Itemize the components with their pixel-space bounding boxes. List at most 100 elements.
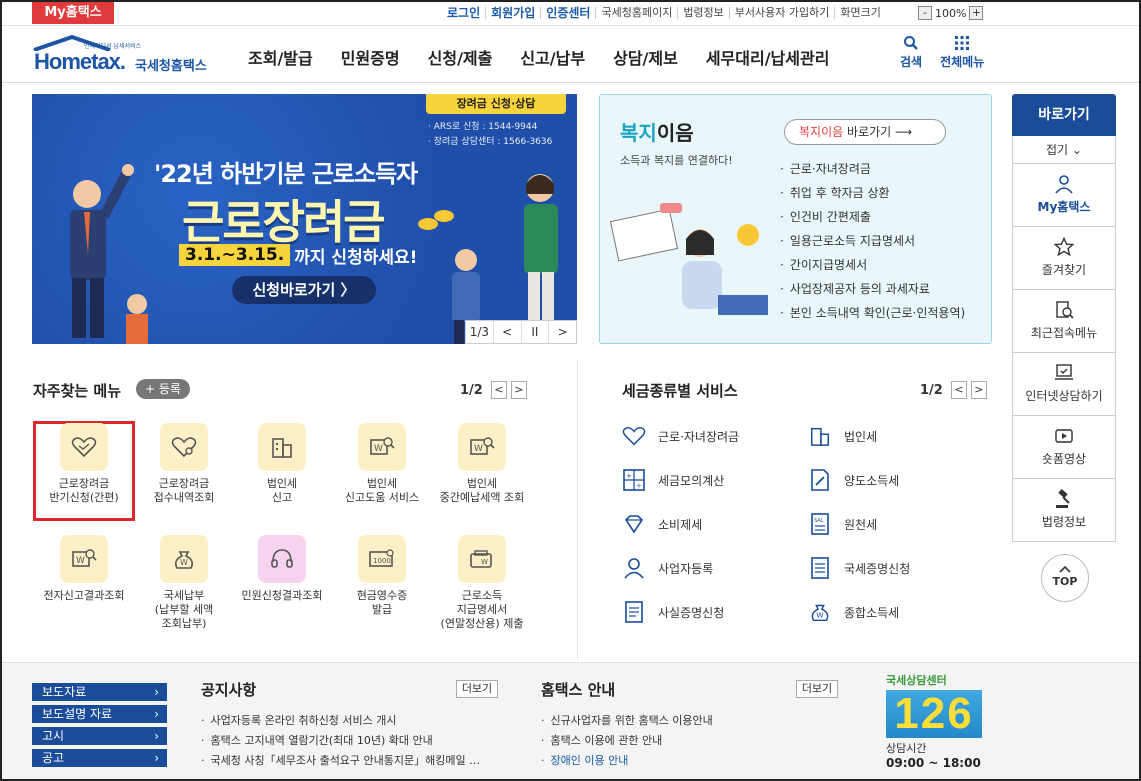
welfare-button-suffix: 바로가기 ⟶ (843, 125, 913, 139)
frequent-item-corp-interim[interactable]: W 법인세 중간예납세액 조회 (432, 423, 532, 505)
welfare-item[interactable]: 본인 소득내역 확인(근로·인적용역) (780, 301, 965, 325)
all-menu-button[interactable]: 전체메뉴 (940, 35, 984, 70)
banner-ars: · ARS로 신청 : 1544-9944 (428, 122, 538, 132)
banner-page-indicator: 1/3 (466, 321, 494, 343)
quick-online-consult[interactable]: 인터넷상담하기 (1012, 353, 1116, 416)
press-release-link[interactable]: 보도자료 (32, 683, 167, 701)
main-banner[interactable]: 장려금 신청·상담 · ARS로 신청 : 1544-9944 · 장려금 상담… (32, 94, 577, 344)
quick-law-info[interactable]: 법령정보 (1012, 479, 1116, 542)
tax-service-prev-button[interactable]: < (950, 381, 967, 399)
welfare-item[interactable]: 일용근로소득 지급명세서 (780, 229, 965, 253)
svg-text:W: W (474, 444, 483, 454)
notice-list: 사업자등록 온라인 취하신청 서비스 개시 홈택스 고지내역 열람기간(최대 1… (201, 711, 481, 771)
nav-consult-report[interactable]: 상담/제보 (613, 45, 678, 69)
tax-service-simulator[interactable]: + ÷ 세금모의계산 (622, 469, 724, 491)
tax-service-next-button[interactable]: > (970, 381, 987, 399)
building-icon (811, 427, 829, 446)
signup-link[interactable]: 회원가입 (486, 7, 542, 19)
frequent-item-line: 근로소득 (461, 589, 503, 602)
quick-item-label: 법령정보 (1041, 515, 1087, 529)
frequent-item-tax-payment[interactable]: W 국세납부 (납부할 세액 조회납부) (134, 535, 234, 631)
screen-size-label: 화면크기 (840, 6, 881, 19)
frequent-add-button[interactable]: + 등록 (136, 379, 190, 399)
welfare-item[interactable]: 간이지급명세서 (780, 253, 965, 277)
notice-more-button[interactable]: 더보기 (456, 680, 498, 698)
tax-service-corporate[interactable]: 법인세 (808, 425, 877, 447)
quick-my-hometax[interactable]: My홈택스 (1012, 164, 1116, 227)
frequent-item-civil-result[interactable]: 민원신청결과조회 (232, 535, 332, 603)
press-explain-link[interactable]: 보도설명 자료 (32, 705, 167, 723)
notice-item[interactable]: 사업자등록 온라인 취하신청 서비스 개시 (201, 711, 480, 731)
zoom-out-button[interactable]: - (918, 6, 932, 20)
heart-hand-icon (60, 423, 108, 471)
frequent-item-cash-receipt[interactable]: 1000 현금영수증 발급 (332, 535, 432, 617)
tax-service-business-reg[interactable]: 사업자등록 (622, 557, 713, 579)
nav-inquiry-issue[interactable]: 조회/발급 (248, 45, 313, 69)
nav-report-pay[interactable]: 신고/납부 (520, 45, 585, 69)
frequent-item-efile-result[interactable]: W 전자신고결과조회 (34, 535, 134, 603)
notice-item[interactable]: 국세청 사칭「세무조사 출석요구 안내통지문」해킹메일 … (201, 751, 481, 771)
guide-item[interactable]: 신규사업자를 위한 홈택스 이용안내 (541, 711, 713, 731)
notice-item[interactable]: 홈택스 고지내역 열람기간(최대 10년) 확대 안내 (201, 731, 480, 751)
quick-favorites[interactable]: 즐겨찾기 (1012, 227, 1116, 290)
quick-fold-button[interactable]: 접기 ⌄ (1012, 136, 1116, 164)
welfare-item[interactable]: 근로·자녀장려금 (780, 157, 965, 181)
my-hometax-tab[interactable]: My홈택스 (32, 2, 114, 24)
hometax-page: My홈택스 로그인 회원가입 인증센터 국세청홈페이지 법령정보 부서사용자 가… (0, 0, 1141, 781)
chevron-up-icon (1059, 565, 1071, 573)
frequent-item-line: 법인세 (466, 477, 498, 490)
banner-prev-button[interactable]: < (494, 321, 522, 343)
quick-shortform-video[interactable]: 숏폼영상 (1012, 416, 1116, 479)
nav-tax-agent[interactable]: 세무대리/납세관리 (706, 45, 830, 69)
tax-service-withholding[interactable]: SAL 원천세 (808, 513, 877, 535)
welfare-title-a: 복지 (620, 121, 657, 145)
tax-service-fact-cert[interactable]: 사실증명신청 (622, 601, 724, 623)
notice-title: 공지사항 (201, 681, 257, 699)
welfare-item[interactable]: 취업 후 학자금 상환 (780, 181, 965, 205)
frequent-item-corp-report[interactable]: 법인세 신고 (232, 423, 332, 505)
businessman-illustration (70, 164, 148, 344)
welfare-link-button[interactable]: 복지이음 바로가기 ⟶ (784, 119, 946, 145)
banner-apply-button[interactable]: 신청바로가기 〉 (232, 276, 376, 304)
law-info-link[interactable]: 법령정보 (678, 7, 730, 19)
zoom-in-button[interactable]: + (969, 6, 984, 20)
list-document-icon (811, 557, 829, 579)
hometax-logo[interactable]: 언제어디서 납세서비스 Hometax. 국세청홈택스 (32, 35, 217, 77)
guide-more-button[interactable]: 더보기 (796, 680, 838, 698)
tax-service-eitc[interactable]: 근로·자녀장려금 (622, 425, 739, 447)
frequent-item-wage-statement[interactable]: W 근로소득 지급명세서 (연말정산용) 제출 (432, 535, 532, 631)
woman-laptop-illustration (610, 203, 768, 315)
frequent-prev-button[interactable]: < (490, 381, 507, 399)
frequent-next-button[interactable]: > (510, 381, 527, 399)
cert-center-link[interactable]: 인증센터 (541, 7, 597, 19)
frequent-item-eitc-half[interactable]: 근로장려금 반기신청(간편) (34, 423, 134, 505)
notice-decree-link[interactable]: 고시 (32, 727, 167, 745)
tax-service-transfer[interactable]: 양도소득세 (808, 469, 899, 491)
login-link[interactable]: 로그인 (442, 7, 487, 19)
search-button[interactable]: 검색 (900, 35, 922, 70)
frequent-item-corp-help[interactable]: W 법인세 신고도움 서비스 (332, 423, 432, 505)
guide-item[interactable]: 장애인 이용 안내 (541, 751, 713, 771)
frequent-item-eitc-receipt[interactable]: 근로장려금 접수내역조회 (134, 423, 234, 505)
tax-service-label: 양도소득세 (844, 473, 900, 488)
tax-service-label: 소비제세 (658, 517, 703, 532)
scroll-top-button[interactable]: TOP (1041, 554, 1089, 602)
dept-user-signup-link[interactable]: 부서사용자 가입하기 (730, 7, 836, 19)
guide-item[interactable]: 홈택스 이용에 관한 안내 (541, 731, 713, 751)
welfare-item[interactable]: 인건비 간편제출 (780, 205, 965, 229)
nav-civil-certificate[interactable]: 민원증명 (341, 45, 400, 69)
announcement-link[interactable]: 공고 (32, 749, 167, 767)
quick-item-label: 즐겨찾기 (1041, 263, 1087, 277)
star-icon (1054, 237, 1074, 257)
tax-service-certificate[interactable]: 국세증명신청 (808, 557, 910, 579)
nts-home-link[interactable]: 국세청홈페이지 (596, 7, 679, 19)
welfare-item[interactable]: 사업장제공자 등의 과세자료 (780, 277, 965, 301)
quick-recent-menu[interactable]: 최근접속메뉴 (1012, 290, 1116, 353)
wallet-icon: W (458, 535, 506, 583)
tax-service-label: 세금모의계산 (658, 473, 725, 488)
tax-service-income[interactable]: W 종합소득세 (808, 601, 899, 623)
banner-next-button[interactable]: > (549, 321, 576, 343)
tax-service-consumption[interactable]: 소비제세 (622, 513, 702, 535)
nav-apply-submit[interactable]: 신청/제출 (428, 45, 493, 69)
banner-pause-button[interactable]: II (522, 321, 550, 343)
